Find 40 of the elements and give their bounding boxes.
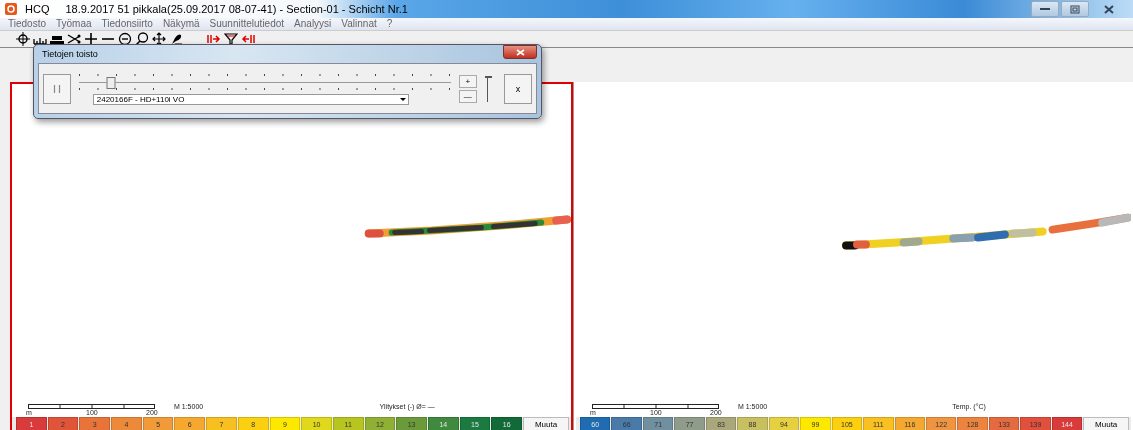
vehicle-dropdown[interactable]: 2420166F - HD+110i VO (92, 93, 409, 105)
minimize-button[interactable] (1031, 1, 1059, 17)
brush-icon[interactable] (169, 32, 183, 46)
plus-icon[interactable] (84, 32, 98, 46)
position-slider[interactable] (78, 72, 451, 91)
slider-thumb[interactable] (106, 76, 116, 89)
scissors-icon[interactable] (67, 32, 81, 46)
change-button[interactable]: Muuta (523, 416, 569, 430)
zoom-out-icon[interactable] (118, 32, 132, 46)
menu-item[interactable]: Suunnittelutiedot (209, 18, 285, 30)
close-button[interactable] (503, 45, 537, 59)
app-name: HCQ (25, 3, 50, 15)
move-icon[interactable] (152, 32, 166, 46)
menu-item[interactable]: Tiedonsiirto (101, 18, 153, 30)
pause-button[interactable] (43, 73, 71, 104)
menu-item[interactable]: Näkymä (162, 18, 200, 30)
arrow-left-icon[interactable] (241, 32, 255, 46)
app-icon (5, 3, 17, 15)
restore-icon (1070, 4, 1080, 14)
close-icon (515, 48, 525, 56)
slow-down-button[interactable]: — (458, 89, 477, 103)
stop-button[interactable]: x (504, 73, 532, 104)
menu-item[interactable]: ? (386, 18, 393, 30)
search-icon[interactable] (135, 32, 149, 46)
speed-up-button[interactable]: + (458, 74, 477, 88)
speed-slider[interactable] (484, 75, 491, 102)
window-title: 18.9.2017 51 pikkala(25.09.2017 08-07-41) - Section-01 - Schicht Nr.1 (65, 3, 408, 15)
minimize-icon (1040, 7, 1050, 11)
speed-thumb[interactable] (484, 75, 492, 78)
funnel-icon[interactable] (224, 32, 238, 46)
dialog-title: Tietojen toisto (42, 49, 98, 59)
crosshair-icon[interactable] (16, 32, 30, 46)
pause-icon (52, 84, 61, 93)
menu-item[interactable]: Tiedosto (8, 18, 46, 30)
menu-item[interactable]: Valinnat (341, 18, 377, 30)
menu-item[interactable]: Työmaa (56, 18, 92, 30)
menu-item[interactable]: Analyysi (294, 18, 332, 30)
arrow-right-icon[interactable] (207, 32, 221, 46)
change-button[interactable]: Muuta (1083, 416, 1129, 430)
close-icon (1104, 4, 1114, 14)
